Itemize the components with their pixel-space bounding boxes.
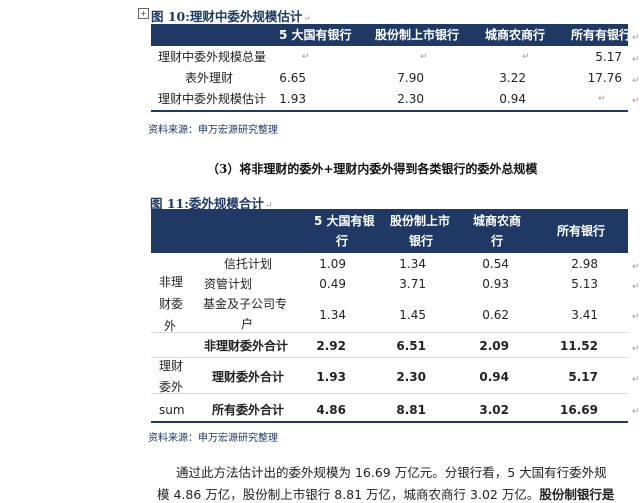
table10-source: 资料来源：申万宏源研究整理 bbox=[148, 125, 278, 136]
table11-header-city-line1: 城商农商 bbox=[473, 214, 522, 228]
paragraph-mark-icon: ↵ bbox=[303, 14, 311, 24]
table10-header-all: 所有有银行 bbox=[571, 28, 632, 42]
table-cell: 7.90 bbox=[397, 71, 424, 85]
table-row-label: 理财中委外规模估计 bbox=[158, 92, 267, 106]
table-cell: 2.30 bbox=[397, 92, 424, 106]
table-row-label: 所有委外合计 bbox=[212, 403, 285, 417]
table-cell: 1.09 bbox=[319, 257, 346, 271]
table-move-handle-icon[interactable]: + bbox=[138, 8, 149, 19]
paragraph-mark-icon: ↵ bbox=[632, 312, 640, 322]
paragraph-mark-icon: ↵ bbox=[522, 52, 530, 62]
paragraph-mark-icon: ↵ bbox=[420, 52, 428, 62]
group-label: 财委 bbox=[159, 297, 184, 311]
table-cell: 5.17 bbox=[595, 50, 622, 64]
table-cell: 1.45 bbox=[399, 308, 426, 322]
table-cell: 16.69 bbox=[560, 403, 598, 417]
table-row-label: 理财中委外规模总量 bbox=[158, 50, 267, 64]
table-row-label: 资管计划 bbox=[204, 277, 253, 291]
paragraph-mark-icon: ↵ bbox=[632, 76, 640, 86]
figure-10-title: 图 10:理财中委外规模估计↵ bbox=[151, 9, 311, 24]
table11-header-big5-line1: 5 大国有银 bbox=[314, 214, 375, 228]
table11-rule bbox=[151, 332, 628, 333]
table-cell: 5.17 bbox=[568, 370, 598, 384]
table-cell: 4.86 bbox=[316, 403, 346, 417]
table-cell: 6.65 bbox=[279, 71, 306, 85]
table-cell: 2.09 bbox=[479, 339, 509, 353]
paragraph-mark-icon: ↵ bbox=[598, 94, 606, 104]
table11-header: 5 大国有银 行 股份制上市 银行 城商农商 行 所有银行 bbox=[151, 209, 628, 253]
table-row-label: 理财委外合计 bbox=[212, 370, 285, 384]
table-row-label: 基金及子公司专 bbox=[203, 297, 288, 311]
table-cell: 0.49 bbox=[319, 277, 346, 291]
section-heading: （3）将非理财的委外+理财内委外得到各类银行的委外总规模 bbox=[207, 162, 538, 176]
table11-header-city-line2: 行 bbox=[491, 234, 504, 248]
table-cell: 2.92 bbox=[316, 339, 346, 353]
table-row-label: 非理财委外合计 bbox=[204, 339, 289, 353]
table-cell: 3.71 bbox=[399, 277, 426, 291]
paragraph-mark-icon: ↵ bbox=[632, 96, 640, 106]
table11-header-joint-line2: 银行 bbox=[409, 234, 434, 248]
table10-header-joint: 股份制上市银行 bbox=[375, 28, 460, 42]
table-cell: 8.81 bbox=[396, 403, 426, 417]
table11-header-joint-line1: 股份制上市 bbox=[390, 214, 451, 228]
table-cell: 1.34 bbox=[319, 308, 346, 322]
table-cell: 1.34 bbox=[399, 257, 426, 271]
table11-source: 资料来源：申万宏源研究整理 bbox=[148, 433, 278, 444]
table-cell: 1.93 bbox=[279, 92, 306, 106]
table10-header: 5 大国有银行 股份制上市银行 城商农商行 所有有银行 bbox=[151, 24, 632, 46]
table-cell: 2.98 bbox=[571, 257, 598, 271]
table-cell: 0.94 bbox=[479, 370, 509, 384]
table-cell: 0.62 bbox=[482, 308, 509, 322]
paragraph-mark-icon: ↵ bbox=[632, 344, 640, 354]
table11-rule bbox=[151, 357, 628, 358]
table11-header-big5-line2: 行 bbox=[336, 234, 349, 248]
table-cell: 11.52 bbox=[560, 339, 598, 353]
table-row-label: 户 bbox=[241, 317, 254, 331]
paragraph-mark-icon: ↵ bbox=[632, 262, 640, 272]
group-label: 非理 bbox=[159, 275, 184, 289]
table-cell: 0.94 bbox=[499, 92, 526, 106]
paragraph-mark-icon: ↵ bbox=[632, 375, 640, 385]
table-cell: 0.54 bbox=[482, 257, 509, 271]
table-cell: 2.30 bbox=[396, 370, 426, 384]
table-cell: 3.41 bbox=[571, 308, 598, 322]
table-cell: 17.76 bbox=[587, 71, 622, 85]
table10-header-big5: 5 大国有银行 bbox=[279, 28, 352, 42]
paragraph-mark-icon: ↵ bbox=[632, 282, 640, 292]
group-label: sum bbox=[159, 403, 185, 417]
table-cell: 3.02 bbox=[479, 403, 509, 417]
table-cell: 3.22 bbox=[499, 71, 526, 85]
paragraph-mark-icon: ↵ bbox=[302, 52, 310, 62]
paragraph-mark-icon: ↵ bbox=[632, 33, 640, 43]
table11-header-all: 所有银行 bbox=[557, 224, 606, 238]
paragraph-mark-icon: ↵ bbox=[632, 407, 640, 417]
paragraph-line-2: 模 4.86 万亿，股份制上市银行 8.81 万亿，城商农商行 3.02 万亿。… bbox=[157, 487, 615, 502]
table11-rule bbox=[151, 393, 628, 394]
table10-header-city: 城商农商行 bbox=[485, 28, 546, 42]
table-cell: 6.51 bbox=[396, 339, 426, 353]
table-row-label: 表外理财 bbox=[185, 71, 234, 85]
table10-bottom-rule bbox=[151, 110, 628, 112]
table-row-label: 信托计划 bbox=[224, 257, 273, 271]
table11-bottom-rule bbox=[151, 421, 628, 423]
table-cell: 5.13 bbox=[571, 277, 598, 291]
paragraph-mark-icon: ↵ bbox=[632, 55, 640, 65]
table-cell: 0.93 bbox=[482, 277, 509, 291]
group-label: 理财 bbox=[159, 359, 184, 373]
table-cell: 1.93 bbox=[316, 370, 346, 384]
paragraph-line-1: 通过此方法估计出的委外规模为 16.69 万亿元。分银行看，5 大国有行委外规 bbox=[176, 465, 607, 480]
